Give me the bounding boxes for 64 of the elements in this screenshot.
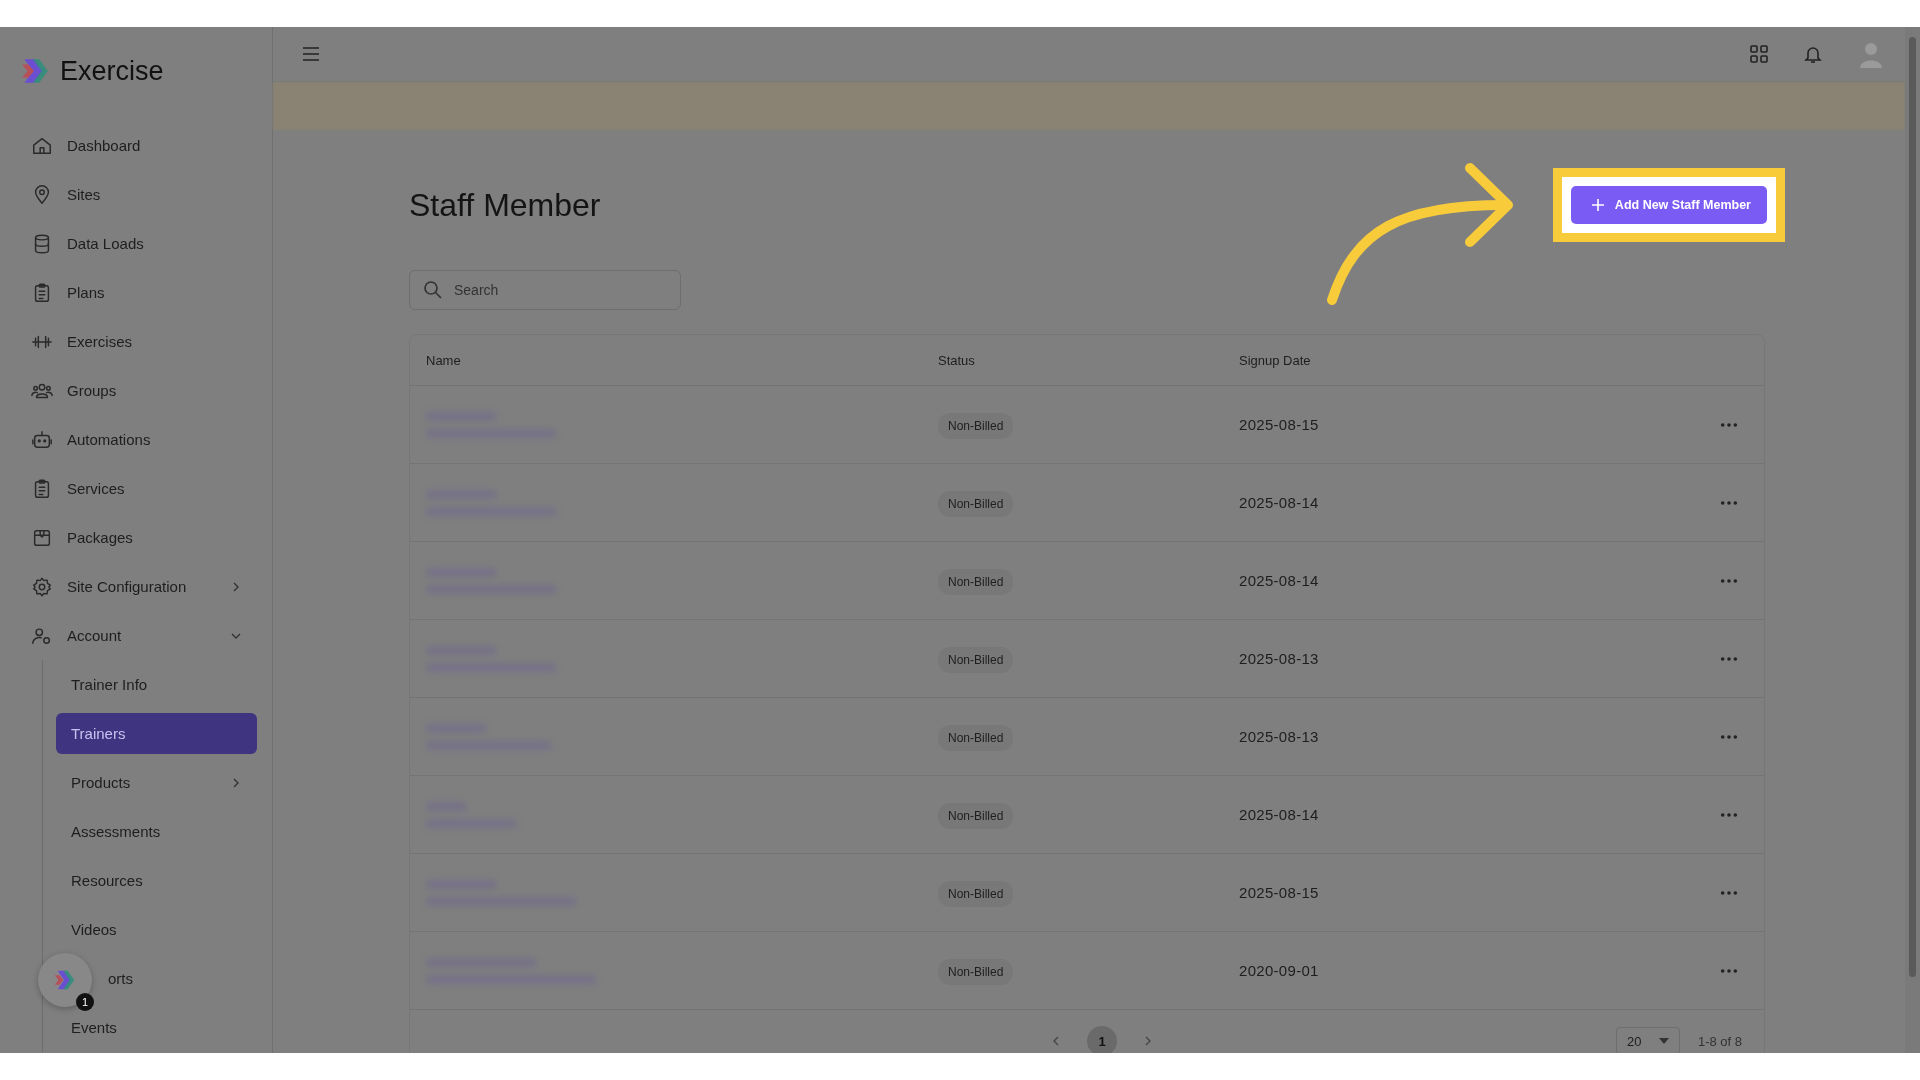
page-number[interactable]: 1 — [1087, 1026, 1117, 1053]
search-field[interactable]: Search — [409, 270, 681, 310]
sidebar-item[interactable]: Exercises — [0, 317, 272, 366]
signup-date: 2020-09-01 — [1239, 961, 1319, 979]
notification-count: 1 — [76, 993, 94, 1011]
status-badge: Non-Billed — [938, 802, 1014, 829]
sidebar-item[interactable]: Packages — [0, 513, 272, 562]
sidebar-subitem[interactable]: Resources — [56, 860, 257, 901]
sidebar-subitem[interactable]: Trainer Info — [56, 664, 257, 705]
sidebar-subitem[interactable]: Videos — [56, 909, 257, 950]
more-options-icon[interactable] — [1720, 577, 1738, 584]
notification-bell-icon[interactable] — [1803, 44, 1823, 64]
logo-icon — [20, 56, 50, 86]
status-badge: Non-Billed — [938, 958, 1014, 985]
search-icon — [423, 280, 443, 300]
next-page-icon[interactable] — [1143, 1036, 1153, 1046]
sidebar-subitem[interactable]: Trainers — [56, 713, 257, 754]
signup-date: 2025-08-15 — [1239, 883, 1319, 901]
status-badge: Non-Billed — [938, 568, 1014, 595]
gear-icon — [31, 575, 53, 598]
menu-icon[interactable] — [301, 44, 321, 64]
sidebar-item[interactable]: Data Loads — [0, 219, 272, 268]
signup-date: 2025-08-14 — [1239, 571, 1319, 589]
sidebar-item[interactable]: Groups — [0, 366, 272, 415]
status-badge: Non-Billed — [938, 724, 1014, 751]
sidebar-item[interactable]: Services — [0, 464, 272, 513]
more-options-icon[interactable] — [1720, 811, 1738, 818]
status-badge: Non-Billed — [938, 490, 1014, 517]
signup-date: 2025-08-13 — [1239, 727, 1319, 745]
column-header: Signup Date — [1239, 352, 1312, 368]
sidebar-item[interactable]: Plans — [0, 268, 272, 317]
pagination-range: 1-8 of 8 — [1697, 1033, 1742, 1049]
more-options-icon[interactable] — [1720, 733, 1738, 740]
more-options-icon[interactable] — [1720, 889, 1738, 896]
column-header: Name — [425, 352, 462, 368]
signup-date: 2025-08-13 — [1239, 649, 1319, 667]
sidebar-item[interactable]: Account — [0, 611, 272, 660]
signup-date: 2025-08-15 — [1239, 415, 1319, 433]
sidebar-subitem[interactable]: orts — [96, 958, 257, 999]
sidebar-subitem[interactable]: Assessments — [56, 811, 257, 852]
dropdown-caret-icon — [1658, 1038, 1669, 1044]
scrollbar-thumb[interactable] — [1909, 37, 1916, 977]
apps-grid-icon[interactable] — [1749, 44, 1769, 64]
status-badge: Non-Billed — [938, 880, 1014, 907]
page-title: Staff Member — [409, 186, 601, 224]
more-options-icon[interactable] — [1720, 655, 1738, 662]
column-header: Status — [938, 352, 976, 368]
sidebar-item[interactable]: Site Configuration — [0, 562, 272, 611]
sidebar-item[interactable]: Dashboard — [0, 121, 272, 170]
more-options-icon[interactable] — [1720, 499, 1738, 506]
more-options-icon[interactable] — [1720, 967, 1738, 974]
signup-date: 2025-08-14 — [1239, 805, 1319, 823]
signup-date: 2025-08-14 — [1239, 493, 1319, 511]
sidebar-subitem[interactable]: Products — [56, 762, 257, 803]
status-badge: Non-Billed — [938, 646, 1014, 673]
robot-icon — [31, 428, 53, 451]
add-staff-member-button[interactable]: Add New Staff Member — [1570, 186, 1767, 224]
status-badge: Non-Billed — [938, 412, 1014, 439]
plus-icon — [1590, 198, 1605, 212]
app-logo-text: Exercise — [60, 55, 164, 87]
sidebar-item[interactable]: Automations — [0, 415, 272, 464]
previous-page-icon[interactable] — [1051, 1036, 1061, 1046]
sidebar-item[interactable]: Sites — [0, 170, 272, 219]
more-options-icon[interactable] — [1720, 421, 1738, 428]
